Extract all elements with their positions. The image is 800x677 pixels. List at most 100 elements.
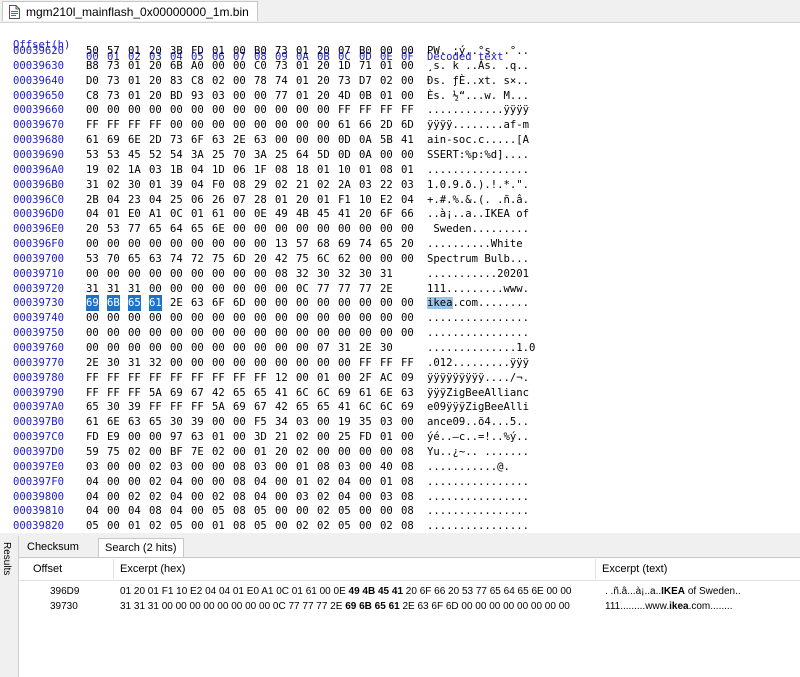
hex-byte[interactable]: 23 bbox=[128, 192, 141, 208]
decoded-text[interactable]: ...........@. bbox=[427, 459, 510, 475]
hex-byte[interactable]: 01 bbox=[296, 73, 309, 89]
hex-byte[interactable]: 52 bbox=[149, 147, 162, 163]
hex-byte[interactable]: 00 bbox=[317, 355, 330, 371]
hex-byte[interactable]: 00 bbox=[380, 503, 393, 519]
hex-byte[interactable]: 00 bbox=[107, 102, 120, 118]
hex-byte[interactable]: 41 bbox=[338, 206, 351, 222]
hex-byte[interactable]: 26 bbox=[212, 192, 225, 208]
hex-byte[interactable]: 00 bbox=[338, 444, 351, 460]
hex-byte[interactable]: 63 bbox=[254, 132, 267, 148]
hex-byte[interactable]: 72 bbox=[191, 251, 204, 267]
decoded-text[interactable]: ance09..õ4...5.. bbox=[427, 414, 529, 430]
hex-byte[interactable]: 41 bbox=[275, 385, 288, 401]
hex-byte[interactable]: 00 bbox=[107, 518, 120, 533]
hex-byte[interactable]: 66 bbox=[401, 206, 414, 222]
hex-byte[interactable]: 65 bbox=[296, 399, 309, 415]
hex-byte[interactable]: 01 bbox=[296, 58, 309, 74]
hex-byte[interactable]: 00 bbox=[170, 102, 183, 118]
hex-byte[interactable]: 06 bbox=[191, 192, 204, 208]
hex-byte[interactable]: 64 bbox=[170, 221, 183, 237]
hex-byte[interactable]: 00 bbox=[149, 281, 162, 297]
hex-byte[interactable]: 08 bbox=[233, 474, 246, 490]
hex-byte[interactable]: 01 bbox=[275, 192, 288, 208]
hex-byte[interactable]: 00 bbox=[275, 503, 288, 519]
hex-byte[interactable]: 08 bbox=[275, 162, 288, 178]
hex-byte[interactable]: 01 bbox=[296, 43, 309, 59]
hex-byte[interactable]: 00 bbox=[191, 325, 204, 341]
hex-byte[interactable]: 03 bbox=[212, 88, 225, 104]
hex-byte[interactable]: 00 bbox=[401, 325, 414, 341]
hex-byte[interactable]: 0E bbox=[254, 206, 267, 222]
hex-byte[interactable]: 01 bbox=[149, 177, 162, 193]
results-side-tab[interactable]: Results bbox=[0, 536, 19, 677]
hex-byte[interactable]: 00 bbox=[359, 310, 372, 326]
hex-byte[interactable]: 20 bbox=[401, 236, 414, 252]
hex-byte[interactable]: 74 bbox=[359, 236, 372, 252]
hex-byte[interactable]: 50 bbox=[86, 43, 99, 59]
hex-byte[interactable]: 54 bbox=[170, 147, 183, 163]
hex-byte[interactable]: 39 bbox=[128, 399, 141, 415]
hex-byte[interactable]: 5D bbox=[317, 147, 330, 163]
hex-byte[interactable]: 20 bbox=[317, 88, 330, 104]
hex-byte[interactable]: 01 bbox=[212, 429, 225, 445]
hex-byte[interactable]: 00 bbox=[233, 221, 246, 237]
hex-byte[interactable]: 00 bbox=[317, 429, 330, 445]
hex-byte[interactable]: 08 bbox=[380, 162, 393, 178]
hex-byte[interactable]: 09 bbox=[401, 370, 414, 386]
hex-byte[interactable]: 01 bbox=[380, 429, 393, 445]
hex-byte[interactable]: 02 bbox=[317, 489, 330, 505]
hex-byte[interactable]: 20 bbox=[254, 251, 267, 267]
hex-byte[interactable]: 74 bbox=[275, 73, 288, 89]
hex-byte[interactable]: 6C bbox=[317, 251, 330, 267]
hex-byte[interactable]: 04 bbox=[86, 206, 99, 222]
hex-byte[interactable]: 04 bbox=[86, 503, 99, 519]
hex-byte[interactable]: 01 bbox=[380, 88, 393, 104]
hex-byte[interactable]: 02 bbox=[317, 177, 330, 193]
hex-byte[interactable]: 00 bbox=[233, 340, 246, 356]
hex-byte[interactable]: 1B bbox=[170, 162, 183, 178]
hex-byte[interactable]: 6C bbox=[380, 399, 393, 415]
hex-byte[interactable]: 00 bbox=[149, 444, 162, 460]
hex-byte[interactable]: 03 bbox=[296, 489, 309, 505]
hex-byte[interactable]: 00 bbox=[401, 73, 414, 89]
hex-byte[interactable]: C0 bbox=[254, 58, 267, 74]
hex-byte[interactable]: 20 bbox=[149, 88, 162, 104]
hex-byte[interactable]: 2E bbox=[86, 355, 99, 371]
hex-byte[interactable]: FF bbox=[338, 102, 351, 118]
hex-byte[interactable]: 00 bbox=[107, 325, 120, 341]
hex-byte[interactable]: 66 bbox=[359, 117, 372, 133]
hex-byte[interactable]: 31 bbox=[86, 281, 99, 297]
hex-byte[interactable]: 3D bbox=[254, 429, 267, 445]
hex-byte[interactable]: 04 bbox=[338, 474, 351, 490]
hex-byte[interactable]: 00 bbox=[86, 236, 99, 252]
decoded-text[interactable]: ÿÿÿÿÿÿÿÿÿ..../¬. bbox=[427, 370, 529, 386]
decoded-text[interactable]: 1.0.9.ð.).!.*.". bbox=[427, 177, 529, 193]
hex-byte[interactable]: 00 bbox=[338, 325, 351, 341]
hex-byte[interactable]: 02 bbox=[296, 429, 309, 445]
hex-byte[interactable]: 00 bbox=[254, 325, 267, 341]
decoded-text[interactable]: ................ bbox=[427, 503, 529, 519]
hex-byte[interactable]: 20 bbox=[149, 43, 162, 59]
hex-byte[interactable]: 00 bbox=[254, 281, 267, 297]
hex-byte[interactable]: 00 bbox=[317, 325, 330, 341]
hex-byte[interactable]: 00 bbox=[191, 459, 204, 475]
hex-byte[interactable]: 73 bbox=[170, 132, 183, 148]
hex-byte[interactable]: 02 bbox=[296, 518, 309, 533]
hex-byte[interactable]: 00 bbox=[212, 310, 225, 326]
hex-byte[interactable]: 08 bbox=[401, 503, 414, 519]
hex-byte[interactable]: 63 bbox=[191, 429, 204, 445]
hex-byte[interactable]: FF bbox=[86, 385, 99, 401]
hex-byte[interactable]: 04 bbox=[254, 489, 267, 505]
hex-byte[interactable]: 00 bbox=[233, 281, 246, 297]
hex-byte[interactable]: 00 bbox=[233, 266, 246, 282]
hex-byte[interactable]: 69 bbox=[107, 132, 120, 148]
hex-byte[interactable]: 03 bbox=[296, 414, 309, 430]
hex-byte[interactable]: 61 bbox=[86, 414, 99, 430]
hex-byte[interactable]: 00 bbox=[275, 102, 288, 118]
hex-byte[interactable]: 04 bbox=[149, 192, 162, 208]
hex-byte[interactable]: C8 bbox=[86, 88, 99, 104]
hex-byte[interactable]: 01 bbox=[128, 88, 141, 104]
hex-byte[interactable]: 77 bbox=[317, 281, 330, 297]
hex-byte[interactable]: 2D bbox=[380, 117, 393, 133]
hex-byte[interactable]: FF bbox=[170, 399, 183, 415]
